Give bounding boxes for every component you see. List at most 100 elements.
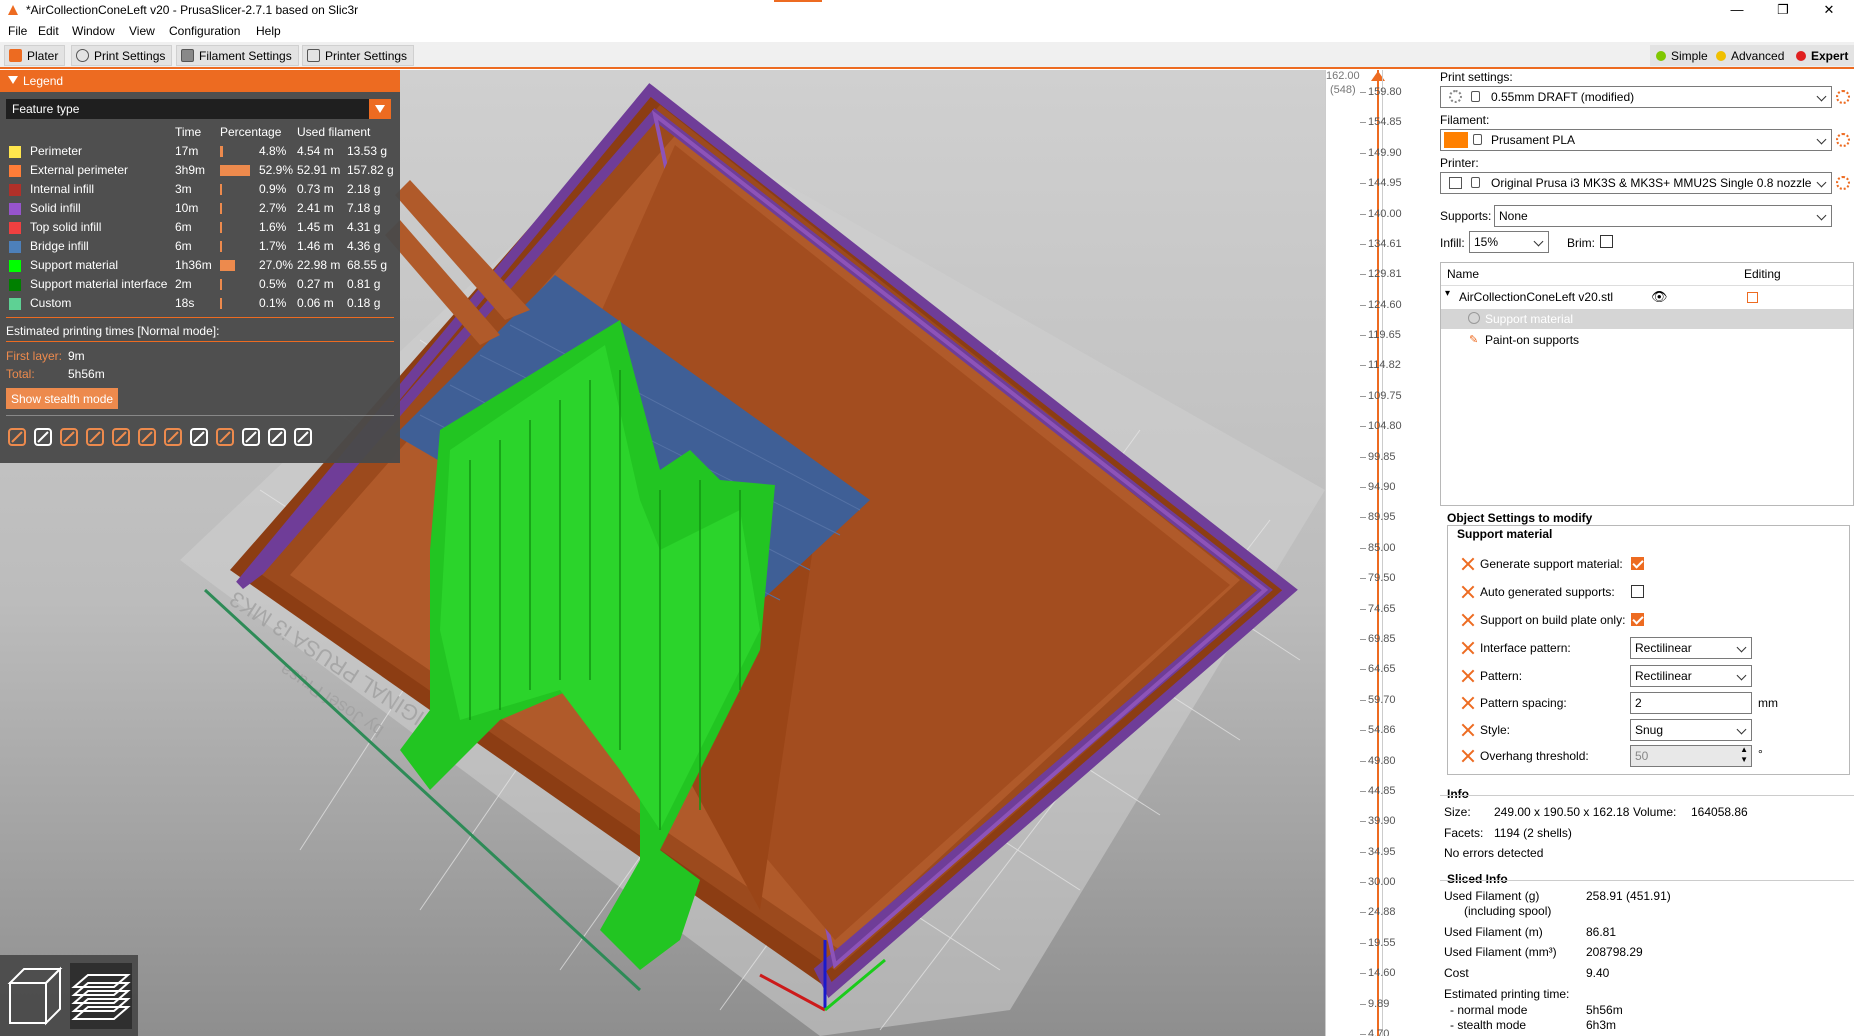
slider-tick-label: 9.89 bbox=[1368, 998, 1390, 1010]
menu-configuration[interactable]: Configuration bbox=[169, 24, 240, 38]
tool-marker-icon[interactable] bbox=[292, 426, 314, 448]
feature-weight: 13.53 g bbox=[347, 144, 388, 158]
editing-icon[interactable] bbox=[1747, 292, 1758, 303]
mode-advanced-button[interactable]: Advanced bbox=[1710, 45, 1791, 66]
wipe-icon[interactable] bbox=[32, 426, 54, 448]
list-item-paint-on-supports[interactable]: ✎ Paint-on supports bbox=[1441, 330, 1853, 350]
supports-combo[interactable]: None bbox=[1494, 205, 1832, 227]
feature-name: Top solid infill bbox=[30, 220, 102, 234]
option-checkbox[interactable] bbox=[1631, 557, 1644, 570]
shells-icon[interactable] bbox=[266, 426, 288, 448]
legend-row-support-material-interface[interactable]: Support material interface 2m 0.5% 0.27 m 0.… bbox=[0, 275, 400, 294]
feature-percentage: 2.7% bbox=[259, 201, 287, 215]
travel-icon[interactable] bbox=[6, 426, 28, 448]
feature-name: Solid infill bbox=[30, 201, 81, 215]
show-stealth-mode-button[interactable]: Show stealth mode bbox=[6, 388, 119, 409]
option-combo[interactable]: Rectilinear bbox=[1630, 637, 1752, 659]
mode-expert-button[interactable]: Expert bbox=[1790, 45, 1854, 66]
info-title: Info bbox=[1447, 787, 1469, 801]
feature-percentage-bar bbox=[220, 222, 222, 233]
slider-tick-mark bbox=[1360, 882, 1366, 883]
option-spin-input[interactable]: 50 ▲ ▼ bbox=[1630, 745, 1752, 767]
brim-checkbox[interactable] bbox=[1600, 235, 1613, 248]
remove-option-icon[interactable] bbox=[1461, 585, 1475, 599]
mode-simple-button[interactable]: Simple bbox=[1650, 45, 1714, 66]
menu-window[interactable]: Window bbox=[72, 24, 115, 38]
pause-prints-icon[interactable] bbox=[188, 426, 210, 448]
legend-row-top-solid-infill[interactable]: Top solid infill 6m 1.6% 1.45 m 4.31 g bbox=[0, 218, 400, 237]
object-row[interactable]: ▾ AirCollectionConeLeft v20.stl 👁 bbox=[1441, 287, 1853, 308]
slider-tick-mark bbox=[1360, 578, 1366, 579]
tab-print-settings[interactable]: Print Settings bbox=[71, 45, 173, 66]
filament-gear-icon[interactable] bbox=[1836, 133, 1850, 147]
view-type-value: Feature type bbox=[12, 102, 80, 116]
3d-view-button[interactable] bbox=[6, 963, 64, 1029]
window-title: *AirCollectionConeLeft v20 - PrusaSlicer… bbox=[26, 3, 359, 17]
tab-plater[interactable]: Plater bbox=[4, 45, 66, 66]
legend-row-custom[interactable]: Custom 18s 0.1% 0.06 m 0.18 g bbox=[0, 294, 400, 313]
slider-tick-mark bbox=[1360, 335, 1366, 336]
tab-printer-settings[interactable]: Printer Settings bbox=[302, 45, 415, 66]
legend-row-support-material[interactable]: Support material 1h36m 27.0% 22.98 m 68.55 g bbox=[0, 256, 400, 275]
center-of-gravity-icon[interactable] bbox=[240, 426, 262, 448]
slider-tick-label: 34.95 bbox=[1368, 846, 1396, 858]
menu-file[interactable]: File bbox=[8, 24, 27, 38]
option-combo[interactable]: Snug bbox=[1630, 719, 1752, 741]
option-text-input[interactable]: 2 bbox=[1630, 692, 1752, 714]
option-checkbox[interactable] bbox=[1631, 585, 1644, 598]
filament-combo[interactable]: Prusament PLA bbox=[1440, 129, 1832, 151]
tab-filament-settings[interactable]: Filament Settings bbox=[176, 45, 299, 66]
print-settings-combo[interactable]: 0.55mm DRAFT (modified) bbox=[1440, 86, 1832, 108]
remove-option-icon[interactable] bbox=[1461, 696, 1475, 710]
eye-icon[interactable]: 👁 bbox=[1651, 289, 1668, 305]
remove-option-icon[interactable] bbox=[1461, 613, 1475, 627]
seams-icon[interactable] bbox=[110, 426, 132, 448]
remove-option-icon[interactable] bbox=[1461, 557, 1475, 571]
maximize-button[interactable]: ❐ bbox=[1760, 0, 1806, 20]
legend-row-perimeter[interactable]: Perimeter 17m 4.8% 4.54 m 13.53 g bbox=[0, 142, 400, 161]
remove-option-icon[interactable] bbox=[1461, 669, 1475, 683]
slider-tick-label: 30.00 bbox=[1368, 876, 1396, 888]
legend-row-bridge-infill[interactable]: Bridge infill 6m 1.7% 1.46 m 4.36 g bbox=[0, 237, 400, 256]
feature-length: 1.45 m bbox=[297, 220, 334, 234]
retractions-icon[interactable] bbox=[58, 426, 80, 448]
slider-tick-label: 59.70 bbox=[1368, 694, 1396, 706]
legend-row-external-perimeter[interactable]: External perimeter 3h9m 52.9% 52.91 m 157.82… bbox=[0, 161, 400, 180]
tool-changes-icon[interactable] bbox=[136, 426, 158, 448]
sliced-info-title: Sliced Info bbox=[1447, 872, 1508, 886]
close-button[interactable]: ✕ bbox=[1806, 0, 1852, 20]
size-label: Size: bbox=[1444, 805, 1471, 819]
spin-arrows-icon[interactable]: ▲ ▼ bbox=[1740, 745, 1748, 765]
object-name: AirCollectionConeLeft v20.stl bbox=[1459, 290, 1614, 304]
deretractions-icon[interactable] bbox=[84, 426, 106, 448]
color-changes-icon[interactable] bbox=[162, 426, 184, 448]
preview-button[interactable] bbox=[70, 963, 132, 1029]
expand-chevron-icon[interactable]: ▾ bbox=[1445, 288, 1450, 299]
menu-help[interactable]: Help bbox=[256, 24, 281, 38]
lock-icon bbox=[1471, 91, 1480, 102]
legend-header[interactable]: Legend bbox=[0, 70, 400, 92]
option-combo[interactable]: Rectilinear bbox=[1630, 665, 1752, 687]
remove-option-icon[interactable] bbox=[1461, 641, 1475, 655]
remove-option-icon[interactable] bbox=[1461, 749, 1475, 763]
infill-combo[interactable]: 15% bbox=[1469, 231, 1549, 253]
remove-option-icon[interactable] bbox=[1461, 723, 1475, 737]
menu-view[interactable]: View bbox=[129, 24, 155, 38]
print-settings-gear-icon[interactable] bbox=[1836, 90, 1850, 104]
legend-row-internal-infill[interactable]: Internal infill 3m 0.9% 0.73 m 2.18 g bbox=[0, 180, 400, 199]
legend-row-solid-infill[interactable]: Solid infill 10m 2.7% 2.41 m 7.18 g bbox=[0, 199, 400, 218]
option-checkbox[interactable] bbox=[1631, 613, 1644, 626]
volume-value: 164058.86 bbox=[1691, 805, 1748, 819]
list-item-support-material[interactable]: Support material bbox=[1441, 309, 1853, 329]
dropdown-arrow-icon[interactable] bbox=[369, 99, 391, 119]
custom-gcodes-icon[interactable] bbox=[214, 426, 236, 448]
view-type-combo[interactable]: Feature type bbox=[6, 99, 391, 119]
slider-tick-mark bbox=[1360, 973, 1366, 974]
printer-combo[interactable]: Original Prusa i3 MK3S & MK3S+ MMU2S Sin… bbox=[1440, 172, 1832, 194]
menu-edit[interactable]: Edit bbox=[38, 24, 59, 38]
mode-label: Expert bbox=[1811, 48, 1849, 63]
printer-gear-icon[interactable] bbox=[1836, 176, 1850, 190]
stealth-mode-label: - stealth mode bbox=[1450, 1018, 1527, 1032]
slider-tick-mark bbox=[1360, 1004, 1366, 1005]
minimize-button[interactable]: — bbox=[1714, 0, 1760, 20]
